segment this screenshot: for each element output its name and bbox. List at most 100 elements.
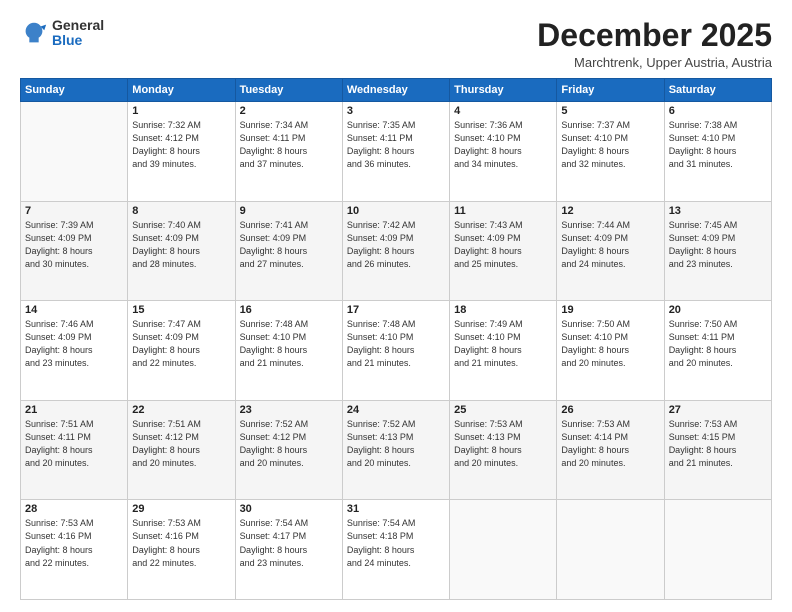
logo-general-text: General — [52, 18, 104, 33]
day-info: Sunrise: 7:37 AM Sunset: 4:10 PM Dayligh… — [561, 119, 659, 171]
day-number: 6 — [669, 105, 767, 117]
table-row: 4Sunrise: 7:36 AM Sunset: 4:10 PM Daylig… — [450, 102, 557, 202]
header: General Blue December 2025 Marchtrenk, U… — [20, 18, 772, 70]
day-number: 17 — [347, 304, 445, 316]
calendar-week-row: 14Sunrise: 7:46 AM Sunset: 4:09 PM Dayli… — [21, 301, 772, 401]
day-number: 27 — [669, 404, 767, 416]
table-row — [664, 500, 771, 600]
day-number: 18 — [454, 304, 552, 316]
table-row: 5Sunrise: 7:37 AM Sunset: 4:10 PM Daylig… — [557, 102, 664, 202]
day-number: 26 — [561, 404, 659, 416]
day-info: Sunrise: 7:42 AM Sunset: 4:09 PM Dayligh… — [347, 219, 445, 271]
logo-text: General Blue — [52, 18, 104, 49]
day-info: Sunrise: 7:50 AM Sunset: 4:10 PM Dayligh… — [561, 318, 659, 370]
col-sunday: Sunday — [21, 79, 128, 102]
day-info: Sunrise: 7:45 AM Sunset: 4:09 PM Dayligh… — [669, 219, 767, 271]
table-row: 30 Sunrise: 7:54 AM Sunset: 4:17 PM Dayli… — [235, 500, 342, 600]
col-tuesday: Tuesday — [235, 79, 342, 102]
day-info: Sunrise: 7:49 AM Sunset: 4:10 PM Dayligh… — [454, 318, 552, 370]
table-row — [21, 102, 128, 202]
col-monday: Monday — [128, 79, 235, 102]
location: Marchtrenk, Upper Austria, Austria — [537, 55, 772, 70]
calendar: Sunday Monday Tuesday Wednesday Thursday… — [20, 78, 772, 600]
day-info: Sunrise: 7:53 AM Sunset: 4:14 PM Dayligh… — [561, 418, 659, 470]
day-number: 20 — [669, 304, 767, 316]
day-info: Sunrise: 7:35 AM Sunset: 4:11 PM Dayligh… — [347, 119, 445, 171]
day-info: Sunrise: 7:32 AM Sunset: 4:12 PM Dayligh… — [132, 119, 230, 171]
title-section: December 2025 Marchtrenk, Upper Austria,… — [537, 18, 772, 70]
day-info: Sunrise: 7:40 AM Sunset: 4:09 PM Dayligh… — [132, 219, 230, 271]
table-row: 6 Sunrise: 7:38 AM Sunset: 4:10 PM Daylig… — [664, 102, 771, 202]
table-row: 24Sunrise: 7:52 AM Sunset: 4:13 PM Dayli… — [342, 400, 449, 500]
day-number: 28 — [25, 503, 123, 515]
day-number: 29 — [132, 503, 230, 515]
day-number: 1 — [132, 105, 230, 117]
col-friday: Friday — [557, 79, 664, 102]
day-number: 7 — [25, 205, 123, 217]
table-row: 1 Sunrise: 7:32 AM Sunset: 4:12 PM Daylig… — [128, 102, 235, 202]
col-saturday: Saturday — [664, 79, 771, 102]
calendar-header-row: Sunday Monday Tuesday Wednesday Thursday… — [21, 79, 772, 102]
day-info: Sunrise: 7:53 AM Sunset: 4:13 PM Dayligh… — [454, 418, 552, 470]
table-row: 31Sunrise: 7:54 AM Sunset: 4:18 PM Dayli… — [342, 500, 449, 600]
day-info: Sunrise: 7:46 AM Sunset: 4:09 PM Dayligh… — [25, 318, 123, 370]
day-info: Sunrise: 7:34 AM Sunset: 4:11 PM Dayligh… — [240, 119, 338, 171]
day-number: 15 — [132, 304, 230, 316]
table-row: 28 Sunrise: 7:53 AM Sunset: 4:16 PM Dayli… — [21, 500, 128, 600]
day-info: Sunrise: 7:53 AM Sunset: 4:16 PM Dayligh… — [25, 517, 123, 569]
table-row: 14Sunrise: 7:46 AM Sunset: 4:09 PM Dayli… — [21, 301, 128, 401]
table-row: 29 Sunrise: 7:53 AM Sunset: 4:16 PM Dayli… — [128, 500, 235, 600]
day-info: Sunrise: 7:50 AM Sunset: 4:11 PM Dayligh… — [669, 318, 767, 370]
col-thursday: Thursday — [450, 79, 557, 102]
day-info: Sunrise: 7:47 AM Sunset: 4:09 PM Dayligh… — [132, 318, 230, 370]
logo-icon — [20, 19, 48, 47]
day-number: 22 — [132, 404, 230, 416]
table-row: 12Sunrise: 7:44 AM Sunset: 4:09 PM Dayli… — [557, 201, 664, 301]
day-number: 24 — [347, 404, 445, 416]
day-info: Sunrise: 7:51 AM Sunset: 4:12 PM Dayligh… — [132, 418, 230, 470]
table-row: 15 Sunrise: 7:47 AM Sunset: 4:09 PM Dayli… — [128, 301, 235, 401]
table-row: 27 Sunrise: 7:53 AM Sunset: 4:15 PM Dayli… — [664, 400, 771, 500]
day-info: Sunrise: 7:48 AM Sunset: 4:10 PM Dayligh… — [347, 318, 445, 370]
day-info: Sunrise: 7:51 AM Sunset: 4:11 PM Dayligh… — [25, 418, 123, 470]
day-number: 3 — [347, 105, 445, 117]
day-info: Sunrise: 7:48 AM Sunset: 4:10 PM Dayligh… — [240, 318, 338, 370]
day-info: Sunrise: 7:39 AM Sunset: 4:09 PM Dayligh… — [25, 219, 123, 271]
table-row — [557, 500, 664, 600]
table-row: 23Sunrise: 7:52 AM Sunset: 4:12 PM Dayli… — [235, 400, 342, 500]
table-row — [450, 500, 557, 600]
table-row: 10Sunrise: 7:42 AM Sunset: 4:09 PM Dayli… — [342, 201, 449, 301]
day-info: Sunrise: 7:41 AM Sunset: 4:09 PM Dayligh… — [240, 219, 338, 271]
day-info: Sunrise: 7:54 AM Sunset: 4:17 PM Dayligh… — [240, 517, 338, 569]
day-number: 11 — [454, 205, 552, 217]
table-row: 21 Sunrise: 7:51 AM Sunset: 4:11 PM Dayli… — [21, 400, 128, 500]
table-row: 16Sunrise: 7:48 AM Sunset: 4:10 PM Dayli… — [235, 301, 342, 401]
day-info: Sunrise: 7:53 AM Sunset: 4:15 PM Dayligh… — [669, 418, 767, 470]
day-info: Sunrise: 7:36 AM Sunset: 4:10 PM Dayligh… — [454, 119, 552, 171]
day-number: 13 — [669, 205, 767, 217]
day-info: Sunrise: 7:53 AM Sunset: 4:16 PM Dayligh… — [132, 517, 230, 569]
day-number: 30 — [240, 503, 338, 515]
day-info: Sunrise: 7:44 AM Sunset: 4:09 PM Dayligh… — [561, 219, 659, 271]
table-row: 25Sunrise: 7:53 AM Sunset: 4:13 PM Dayli… — [450, 400, 557, 500]
table-row: 13 Sunrise: 7:45 AM Sunset: 4:09 PM Dayli… — [664, 201, 771, 301]
table-row: 9Sunrise: 7:41 AM Sunset: 4:09 PM Daylig… — [235, 201, 342, 301]
col-wednesday: Wednesday — [342, 79, 449, 102]
logo: General Blue — [20, 18, 104, 49]
day-number: 8 — [132, 205, 230, 217]
table-row: 8 Sunrise: 7:40 AM Sunset: 4:09 PM Daylig… — [128, 201, 235, 301]
calendar-week-row: 28 Sunrise: 7:53 AM Sunset: 4:16 PM Dayli… — [21, 500, 772, 600]
table-row: 7 Sunrise: 7:39 AM Sunset: 4:09 PM Daylig… — [21, 201, 128, 301]
day-info: Sunrise: 7:52 AM Sunset: 4:12 PM Dayligh… — [240, 418, 338, 470]
calendar-week-row: 1 Sunrise: 7:32 AM Sunset: 4:12 PM Daylig… — [21, 102, 772, 202]
day-info: Sunrise: 7:38 AM Sunset: 4:10 PM Dayligh… — [669, 119, 767, 171]
table-row: 20 Sunrise: 7:50 AM Sunset: 4:11 PM Dayli… — [664, 301, 771, 401]
table-row: 11Sunrise: 7:43 AM Sunset: 4:09 PM Dayli… — [450, 201, 557, 301]
table-row: 3 Sunrise: 7:35 AM Sunset: 4:11 PM Daylig… — [342, 102, 449, 202]
table-row: 2 Sunrise: 7:34 AM Sunset: 4:11 PM Daylig… — [235, 102, 342, 202]
day-info: Sunrise: 7:54 AM Sunset: 4:18 PM Dayligh… — [347, 517, 445, 569]
table-row: 26 Sunrise: 7:53 AM Sunset: 4:14 PM Dayli… — [557, 400, 664, 500]
day-number: 19 — [561, 304, 659, 316]
day-number: 21 — [25, 404, 123, 416]
day-number: 2 — [240, 105, 338, 117]
